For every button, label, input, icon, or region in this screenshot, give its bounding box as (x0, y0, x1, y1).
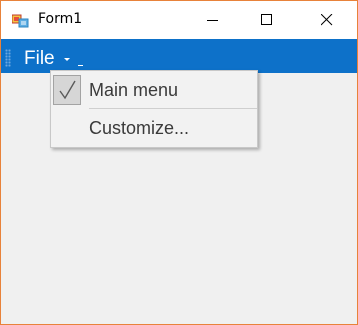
minimize-icon (207, 20, 218, 21)
menu-item-customize[interactable]: Customize... (51, 113, 257, 145)
maximize-icon (261, 14, 272, 25)
toolstrip-grip[interactable] (5, 49, 11, 67)
file-menu-button[interactable]: File (24, 48, 83, 70)
maximize-button[interactable] (244, 1, 290, 39)
minimize-button[interactable] (190, 1, 236, 39)
checkmark-icon (53, 75, 81, 105)
window-title: Form1 (38, 11, 83, 27)
file-dropdown-menu: Main menu Customize... (50, 70, 258, 148)
winforms-app-icon (11, 12, 29, 28)
menu-item-label: Main menu (89, 80, 179, 100)
menu-item-main-menu[interactable]: Main menu (51, 73, 257, 107)
file-menu-label: File (24, 48, 55, 69)
overflow-marker (77, 65, 83, 66)
chevron-down-icon (63, 57, 70, 61)
toolstrip: File (1, 39, 357, 73)
title-bar[interactable]: Form1 (1, 1, 357, 39)
menu-item-label: Customize... (89, 118, 190, 138)
close-icon (321, 14, 333, 26)
form-window: Form1 File Main menu Customize... (0, 0, 358, 325)
menu-separator (89, 108, 257, 109)
close-button[interactable] (304, 1, 350, 39)
